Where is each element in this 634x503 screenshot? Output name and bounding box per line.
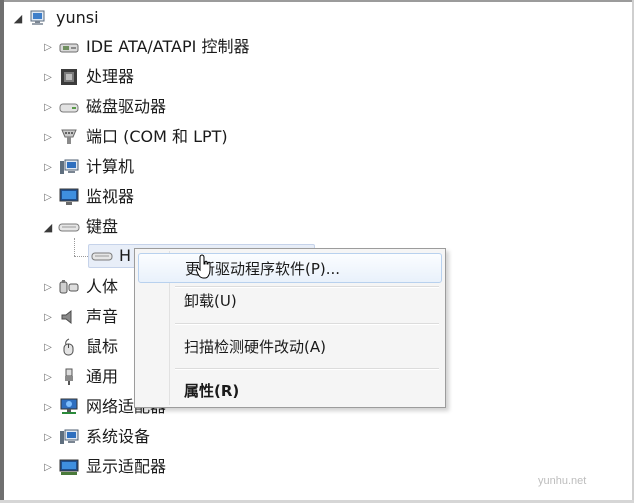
tree-item-computer[interactable]: ▷ 计算机 bbox=[42, 153, 134, 181]
menu-item-scan-hardware[interactable]: 扫描检测硬件改动(A) bbox=[138, 331, 442, 361]
keyboard-icon bbox=[91, 247, 113, 265]
system-device-icon bbox=[58, 428, 80, 446]
tree-connector bbox=[74, 238, 75, 256]
expand-arrow-icon[interactable]: ▷ bbox=[42, 281, 54, 293]
window-left-border bbox=[0, 0, 4, 503]
tree-item-usb[interactable]: ▷ 通用 bbox=[42, 363, 118, 391]
tree-item-label: 键盘 bbox=[86, 217, 119, 236]
tree-item-label: 通用 bbox=[86, 367, 119, 386]
expand-arrow-icon[interactable]: ▷ bbox=[42, 161, 54, 173]
processor-icon bbox=[58, 68, 80, 86]
collapse-arrow-icon[interactable]: ◢ bbox=[12, 12, 24, 25]
expand-arrow-icon[interactable]: ▷ bbox=[42, 71, 54, 83]
expand-arrow-icon[interactable]: ▷ bbox=[42, 341, 54, 353]
menu-item-uninstall[interactable]: 卸载(U) bbox=[138, 285, 442, 315]
tree-item-label: 计算机 bbox=[86, 157, 135, 176]
context-menu: 更新驱动程序软件(P)... 卸载(U) 扫描检测硬件改动(A) 属性(R) bbox=[134, 248, 446, 408]
menu-separator bbox=[175, 368, 439, 370]
expand-arrow-icon[interactable]: ▷ bbox=[42, 401, 54, 413]
mouse-cursor-icon bbox=[195, 254, 212, 284]
network-adapter-icon bbox=[58, 398, 80, 416]
tree-item-ports[interactable]: ▷ 端口 (COM 和 LPT) bbox=[42, 123, 228, 151]
window-top-border bbox=[0, 0, 634, 2]
collapse-arrow-icon[interactable]: ◢ bbox=[42, 221, 54, 234]
expand-arrow-icon[interactable]: ▷ bbox=[42, 311, 54, 323]
tree-item-label: 声音 bbox=[86, 307, 119, 326]
tree-child-label: H bbox=[119, 246, 132, 265]
tree-item-label: IDE ATA/ATAPI 控制器 bbox=[86, 37, 250, 56]
expand-arrow-icon[interactable]: ▷ bbox=[42, 191, 54, 203]
port-icon bbox=[58, 128, 80, 146]
expand-arrow-icon[interactable]: ▷ bbox=[42, 431, 54, 443]
tree-item-ide[interactable]: ▷ IDE ATA/ATAPI 控制器 bbox=[42, 33, 249, 61]
tree-item-processor[interactable]: ▷ 处理器 bbox=[42, 63, 134, 91]
ide-controller-icon bbox=[58, 38, 80, 56]
tree-item-monitor[interactable]: ▷ 监视器 bbox=[42, 183, 134, 211]
usb-icon bbox=[58, 368, 80, 386]
menu-item-label: 扫描检测硬件改动(A) bbox=[184, 337, 326, 356]
expand-arrow-icon[interactable]: ▷ bbox=[42, 101, 54, 113]
expand-arrow-icon[interactable]: ▷ bbox=[42, 461, 54, 473]
expand-arrow-icon[interactable]: ▷ bbox=[42, 371, 54, 383]
menu-item-label: 属性(R) bbox=[184, 381, 240, 400]
tree-root[interactable]: ◢ yunsi bbox=[12, 4, 99, 32]
tree-item-label: 磁盘驱动器 bbox=[86, 97, 167, 116]
menu-item-properties[interactable]: 属性(R) bbox=[138, 375, 442, 405]
tree-item-disk[interactable]: ▷ 磁盘驱动器 bbox=[42, 93, 166, 121]
menu-item-label: 卸载(U) bbox=[184, 291, 237, 310]
tree-item-display[interactable]: ▷ 显示适配器 bbox=[42, 453, 166, 481]
tree-item-system[interactable]: ▷ 系统设备 bbox=[42, 423, 150, 451]
monitor-icon bbox=[58, 188, 80, 206]
sound-icon bbox=[58, 308, 80, 326]
tree-root-label: yunsi bbox=[56, 8, 99, 27]
tree-item-label: 系统设备 bbox=[86, 427, 151, 446]
mouse-icon bbox=[58, 338, 80, 356]
tree-item-label: 监视器 bbox=[86, 187, 135, 206]
expand-arrow-icon[interactable]: ▷ bbox=[42, 131, 54, 143]
display-adapter-icon bbox=[58, 458, 80, 476]
menu-item-update-driver[interactable]: 更新驱动程序软件(P)... bbox=[138, 253, 442, 283]
tree-item-label: 人体 bbox=[86, 277, 119, 296]
hid-icon bbox=[58, 278, 80, 296]
disk-drive-icon bbox=[58, 98, 80, 116]
watermark: yunhu.net bbox=[538, 475, 587, 487]
computer-icon bbox=[58, 158, 80, 176]
tree-item-label: 处理器 bbox=[86, 67, 135, 86]
menu-separator bbox=[175, 323, 439, 325]
tree-connector bbox=[74, 256, 88, 257]
expand-arrow-icon[interactable]: ▷ bbox=[42, 41, 54, 53]
keyboard-icon bbox=[58, 218, 80, 236]
tree-item-label: 端口 (COM 和 LPT) bbox=[86, 127, 228, 146]
tree-item-label: 鼠标 bbox=[86, 337, 119, 356]
computer-icon bbox=[28, 9, 50, 27]
tree-item-sound[interactable]: ▷ 声音 bbox=[42, 303, 118, 331]
tree-item-mouse[interactable]: ▷ 鼠标 bbox=[42, 333, 118, 361]
tree-item-keyboard[interactable]: ◢ 键盘 bbox=[42, 213, 118, 241]
tree-item-hid[interactable]: ▷ 人体 bbox=[42, 273, 118, 301]
tree-item-label: 显示适配器 bbox=[86, 457, 167, 476]
